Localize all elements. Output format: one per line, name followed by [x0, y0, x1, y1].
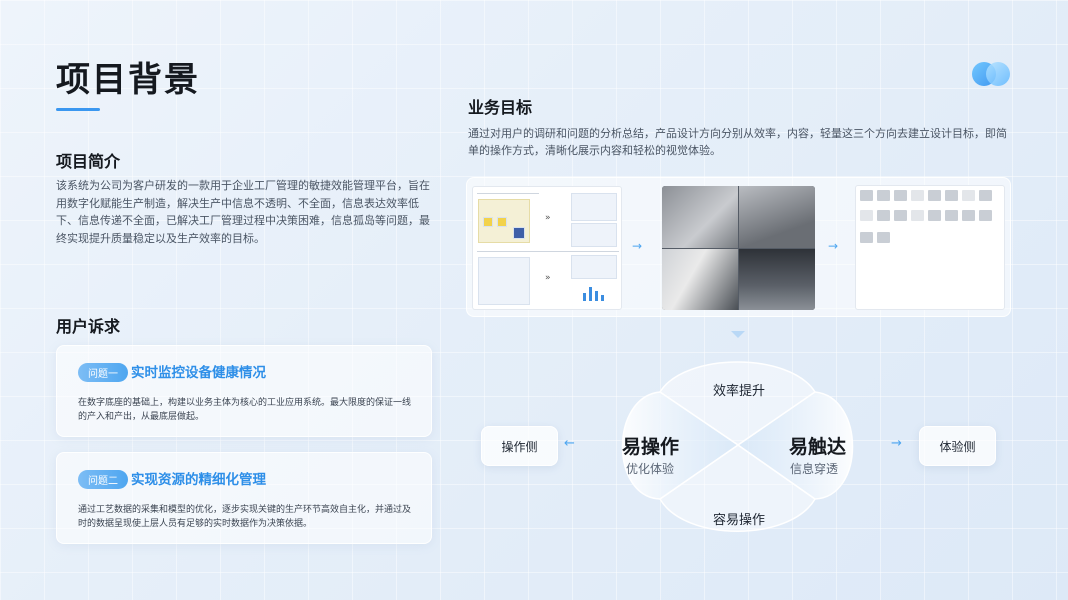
arrow-right-icon: → [828, 239, 839, 253]
wireframe-image: » » [472, 186, 622, 310]
diagram-bottom-label: 容易操作 [713, 513, 766, 528]
operation-side-button[interactable]: 操作侧 [481, 426, 558, 466]
diagram-right-title: 易触达 [789, 436, 847, 458]
need-body-2: 通过工艺数据的采集和模型的优化，逐步实现关键的生产环节高效自主化，并通过及时的数… [78, 505, 412, 529]
need-body-1: 在数字底座的基础上，构建以业务主体为核心的工业应用系统。最大限度的保证一线的产入… [78, 398, 412, 422]
need-title-1: 实时监控设备健康情况 [131, 365, 266, 381]
diagram-left-title: 易操作 [622, 436, 680, 458]
arrow-right-icon: → [891, 436, 902, 451]
diagram-left-sub: 优化体验 [626, 462, 675, 476]
intro-heading: 项目简介 [56, 152, 121, 171]
diagram-right-sub: 信息穿透 [790, 462, 839, 476]
business-text: 通过对用户的调研和问题的分析总结，产品设计方向分别从效率，内容，轻量这三个方向去… [468, 127, 1007, 157]
need-tag-1: 问题一 [78, 363, 128, 382]
needs-heading: 用户诉求 [56, 317, 121, 336]
diagram-top-label: 效率提升 [713, 384, 766, 399]
intro-text: 该系统为公司为客户研发的一款用于企业工厂管理的敏捷效能管理平台，旨在用数字化赋能… [56, 179, 430, 245]
arrow-left-icon: ← [564, 436, 575, 451]
brand-logo-icon [972, 60, 1012, 88]
title-underline [56, 108, 100, 111]
research-photos [662, 186, 815, 310]
experience-side-button[interactable]: 体验侧 [919, 426, 996, 466]
need-card-1: 问题一 实时监控设备健康情况 在数字底座的基础上，构建以业务主体为核心的工业应用… [56, 345, 432, 437]
down-triangle-icon [731, 331, 745, 338]
need-card-2: 问题二 实现资源的精细化管理 通过工艺数据的采集和模型的优化，逐步实现关键的生产… [56, 452, 432, 544]
need-tag-2: 问题二 [78, 470, 128, 489]
business-heading: 业务目标 [468, 98, 533, 117]
file-thumbnails [855, 185, 1005, 310]
arrow-right-icon: → [632, 239, 643, 253]
need-title-2: 实现资源的精细化管理 [131, 472, 266, 488]
page-title: 项目背景 [56, 60, 200, 100]
